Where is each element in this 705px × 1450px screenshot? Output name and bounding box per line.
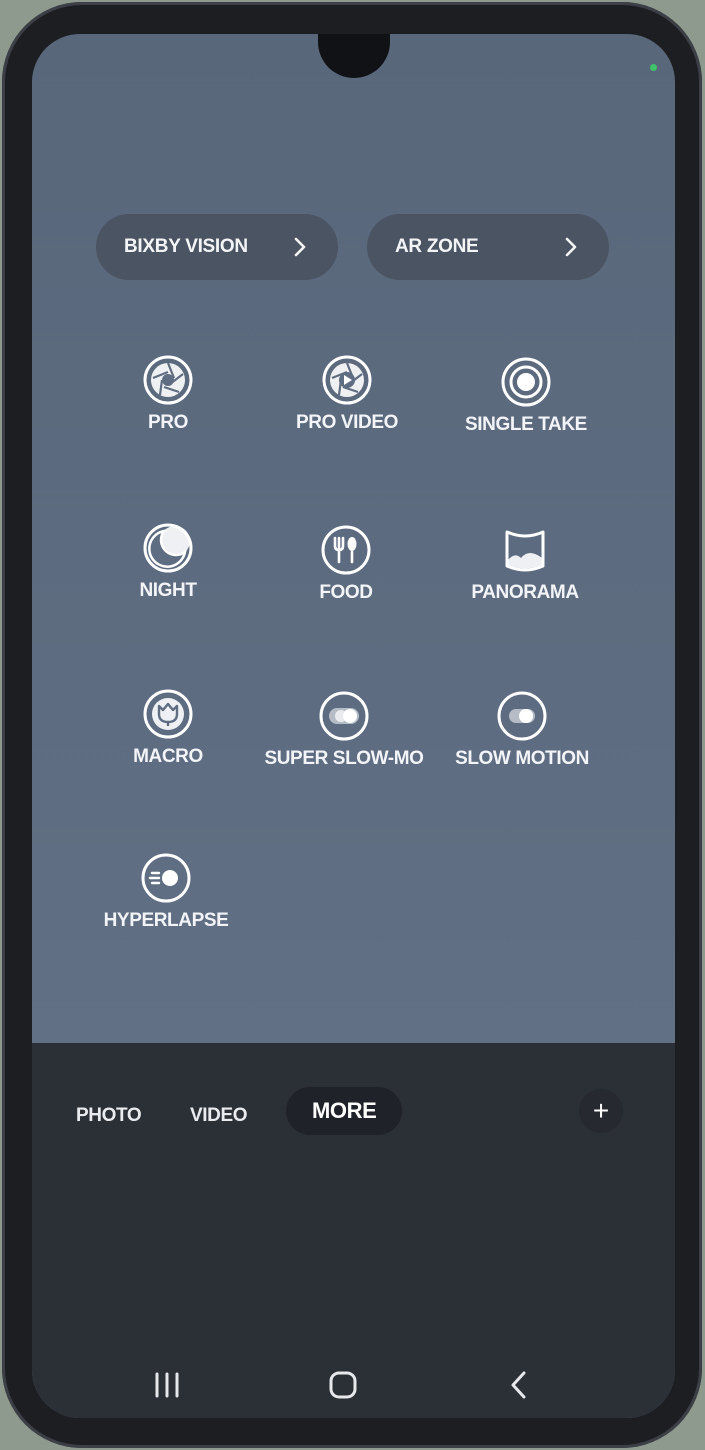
mode-label: PANORAMA [471,582,579,603]
mode-label: NIGHT [139,580,197,601]
mode-label: PRO VIDEO [296,412,398,433]
home-button[interactable] [323,1365,363,1405]
mode-night[interactable]: NIGHT [78,522,258,602]
tab-more[interactable]: MORE [286,1087,403,1135]
mode-label: HYPERLAPSE [103,910,229,931]
plus-icon: + [592,1095,610,1126]
tab-photo[interactable]: PHOTO [76,1105,142,1127]
phone-frame: BIXBY VISION AR ZONE PRO PRO VIDEO SINGL… [2,2,702,1448]
mode-food[interactable]: FOOD [256,524,436,604]
mode-label: PRO [148,412,188,433]
food-icon [321,525,371,575]
mode-label: FOOD [319,582,373,603]
home-icon [329,1371,357,1399]
single-take-icon [501,357,551,407]
mode-slow-motion[interactable]: SLOW MOTION [432,690,612,770]
mode-panorama[interactable]: PANORAMA [435,524,615,604]
mode-super-slow-mo[interactable]: SUPER SLOW-MO [254,690,434,770]
slow-motion-icon [497,691,547,741]
mode-label: SINGLE TAKE [465,414,587,435]
mode-label: SUPER SLOW-MO [264,748,424,769]
pro-video-icon [322,355,372,405]
recent-apps-icon [155,1372,179,1398]
mode-single-take[interactable]: SINGLE TAKE [436,356,616,436]
pro-aperture-icon [143,355,193,405]
super-slow-mo-icon [319,691,369,741]
mode-macro[interactable]: MACRO [78,688,258,768]
back-button[interactable] [499,1365,539,1405]
recent-apps-button[interactable] [147,1365,187,1405]
mode-selector-bar: PHOTO VIDEO MORE + [32,1043,675,1418]
mode-pro-video[interactable]: PRO VIDEO [257,354,437,434]
add-mode-button[interactable]: + [579,1089,623,1133]
camera-screen: BIXBY VISION AR ZONE PRO PRO VIDEO SINGL… [32,34,675,1418]
mode-hyperlapse[interactable]: HYPERLAPSE [76,852,256,932]
mode-label: MACRO [133,746,203,767]
mode-pro[interactable]: PRO [78,354,258,434]
tab-video[interactable]: VIDEO [190,1105,248,1127]
panorama-icon [505,530,545,572]
hyperlapse-icon [141,853,191,903]
back-icon [511,1371,526,1399]
macro-flower-icon [143,689,193,739]
night-moon-icon [143,523,193,573]
mode-label: SLOW MOTION [455,748,589,769]
